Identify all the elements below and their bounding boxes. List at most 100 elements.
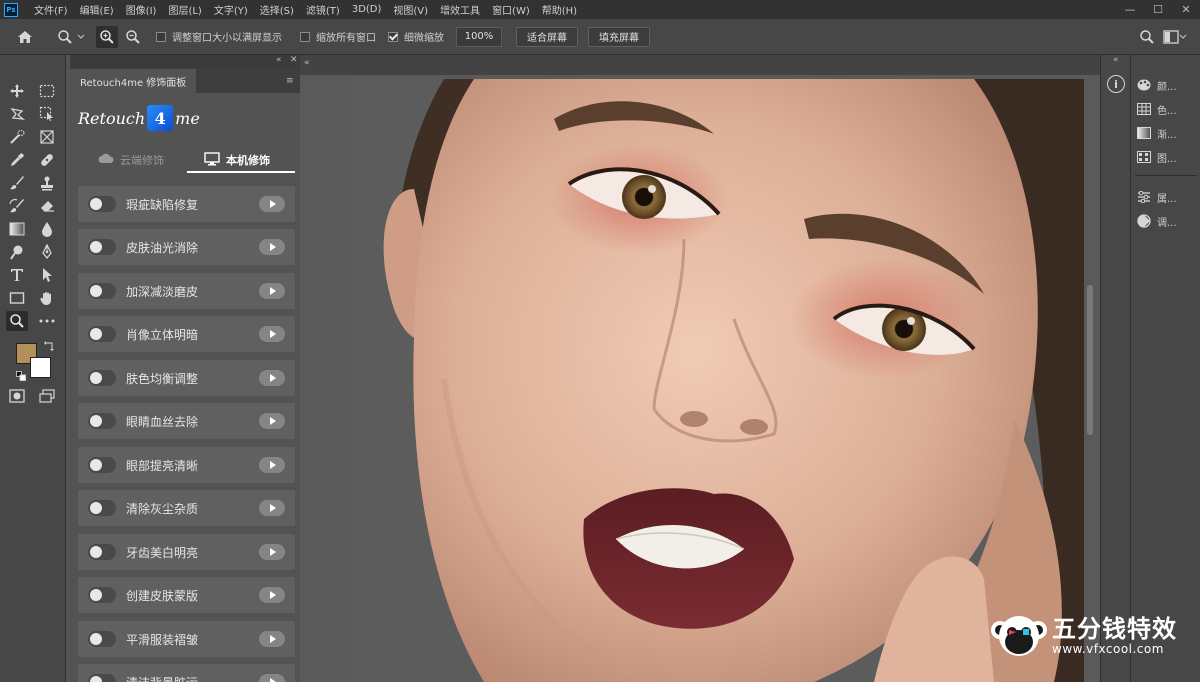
play-icon[interactable] [259,283,285,299]
pen-tool-icon[interactable] [36,242,58,262]
menu-layer[interactable]: 图层(L) [162,2,207,17]
home-icon[interactable] [14,26,36,48]
feature-toggle[interactable] [88,544,116,560]
object-select-tool-icon[interactable] [36,104,58,124]
menu-view[interactable]: 视图(V) [387,2,434,17]
feature-toggle[interactable] [88,326,116,342]
screen-mode-icon[interactable] [36,386,58,406]
quick-select-tool-icon[interactable] [6,127,28,147]
default-colors-icon[interactable] [16,371,26,381]
more-tools-icon[interactable] [36,311,58,331]
menu-edit[interactable]: 编辑(E) [74,2,120,17]
lasso-tool-icon[interactable] [6,104,28,124]
panel-gradients[interactable]: 渐... [1137,122,1177,144]
marquee-tool-icon[interactable] [36,81,58,101]
menu-plugins[interactable]: 增效工具 [434,2,486,17]
menu-filter[interactable]: 滤镜(T) [300,2,346,17]
swap-colors-icon[interactable] [44,341,54,351]
zoom-all-windows-checkbox[interactable]: 缩放所有窗口 [300,29,376,44]
history-brush-tool-icon[interactable] [6,196,28,216]
menu-3d[interactable]: 3D(D) [346,4,388,15]
fit-screen-button[interactable]: 适合屏幕 [516,26,578,47]
feature-toggle[interactable] [88,500,116,516]
eraser-tool-icon[interactable] [36,196,58,216]
chevron-down-icon[interactable] [1178,26,1188,48]
close-panel-icon[interactable]: ✕ [290,55,298,65]
feature-toggle[interactable] [88,239,116,255]
menu-window[interactable]: 窗口(W) [486,2,536,17]
path-selection-tool-icon[interactable] [36,265,58,285]
brush-tool-icon[interactable] [6,173,28,193]
feature-toggle[interactable] [88,283,116,299]
play-icon[interactable] [259,587,285,603]
collapse-icon[interactable]: « [304,58,310,68]
feature-toggle[interactable] [88,631,116,647]
menu-select[interactable]: 选择(S) [254,2,300,17]
rectangle-tool-icon[interactable] [6,288,28,308]
panel-patterns[interactable]: 图... [1137,146,1177,168]
eyedropper-tool-icon[interactable] [6,150,28,170]
feature-toggle[interactable] [88,370,116,386]
play-icon[interactable] [259,413,285,429]
gradient-tool-icon[interactable] [6,219,28,239]
clone-stamp-tool-icon[interactable] [36,173,58,193]
document-canvas[interactable]: « [300,55,1100,682]
minimize-button[interactable]: — [1116,0,1144,19]
zoom-out-icon[interactable] [122,26,144,48]
type-tool-icon[interactable] [6,265,28,285]
panel-menu-icon[interactable]: ≡ [286,76,296,86]
checkbox-box[interactable] [156,31,166,42]
healing-brush-tool-icon[interactable] [36,150,58,170]
menu-file[interactable]: 文件(F) [28,2,74,17]
panel-swatches[interactable]: 色... [1137,98,1177,120]
feature-toggle[interactable] [88,587,116,603]
panel-color[interactable]: 颜... [1137,74,1177,96]
menu-type[interactable]: 文字(Y) [208,2,254,17]
feature-toggle[interactable] [88,196,116,212]
fill-screen-button[interactable]: 填充屏幕 [588,26,650,47]
play-icon[interactable] [259,674,285,682]
crop-frame-tool-icon[interactable] [36,127,58,147]
zoom-percent-field[interactable]: 100% [456,26,502,47]
panel-properties[interactable]: 属... [1137,186,1177,208]
play-icon[interactable] [259,239,285,255]
chevron-down-icon[interactable] [76,26,86,48]
feature-toggle[interactable] [88,674,116,682]
menu-help[interactable]: 帮助(H) [536,2,583,17]
play-icon[interactable] [259,631,285,647]
background-color-swatch[interactable] [30,357,51,378]
menu-image[interactable]: 图像(I) [120,2,163,17]
zoom-tool-icon[interactable] [6,311,28,331]
collapse-panel-icon[interactable]: « [276,55,282,65]
resize-window-checkbox[interactable]: 调整窗口大小以满屏显示 [156,29,282,44]
collapse-icon[interactable]: « [1113,55,1119,65]
vertical-scrollbar[interactable] [1087,285,1093,435]
play-icon[interactable] [259,196,285,212]
feature-toggle[interactable] [88,413,116,429]
play-icon[interactable] [259,500,285,516]
zoom-in-icon[interactable] [96,25,118,48]
quick-mask-icon[interactable] [6,386,28,406]
play-icon[interactable] [259,457,285,473]
checkbox-box[interactable] [388,31,398,42]
tab-retouch4me[interactable]: Retouch4me 修饰面板 [70,69,197,93]
tab-local-retouch[interactable]: 本机修饰 [204,149,270,171]
zoom-tool-preset-icon[interactable] [54,26,76,48]
play-icon[interactable] [259,544,285,560]
search-icon[interactable] [1136,26,1158,48]
feature-toggle[interactable] [88,457,116,473]
checkbox-box[interactable] [300,31,310,42]
move-tool-icon[interactable] [6,81,28,101]
close-button[interactable]: ✕ [1172,0,1200,19]
play-icon[interactable] [259,370,285,386]
blur-tool-icon[interactable] [36,219,58,239]
watermark-title: 五分钱特效 [1052,615,1177,643]
tab-cloud-retouch[interactable]: 云端修饰 [98,149,164,171]
restore-button[interactable]: ☐ [1144,0,1172,19]
dodge-tool-icon[interactable] [6,242,28,262]
panel-adjustments[interactable]: 调... [1137,210,1177,232]
hand-tool-icon[interactable] [36,288,58,308]
scrubby-zoom-checkbox[interactable]: 细微缩放 [388,29,444,44]
play-icon[interactable] [259,326,285,342]
info-icon[interactable]: i [1107,75,1125,93]
